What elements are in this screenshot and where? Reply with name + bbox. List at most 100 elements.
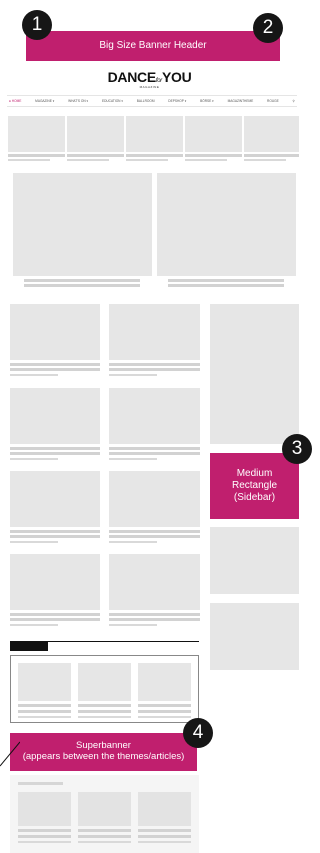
article-line — [109, 447, 200, 450]
feature-line — [168, 284, 284, 287]
article-line — [10, 618, 100, 621]
teaser-line — [8, 159, 50, 161]
teaser-line — [126, 154, 183, 157]
feature-line — [168, 279, 284, 282]
badge-2: 2 — [253, 13, 283, 43]
article-line — [10, 541, 58, 543]
nav-item-education[interactable]: EDUCATION ▾ — [102, 99, 123, 103]
sidebar-block[interactable] — [210, 304, 299, 444]
bottom-teaser-image[interactable] — [18, 792, 71, 826]
nav-item-magazine[interactable]: MAGAZINE ▾ — [35, 99, 54, 103]
article-image[interactable] — [109, 388, 200, 444]
medium-rectangle-line3: (Sidebar) — [233, 492, 276, 503]
article-line — [109, 624, 157, 626]
nav-item-ballroom[interactable]: BALLROOM — [137, 99, 155, 103]
box-teaser-line — [18, 704, 71, 707]
article-line — [109, 363, 200, 366]
medium-rectangle-ad[interactable]: Medium Rectangle (Sidebar) — [210, 453, 299, 519]
article-image[interactable] — [10, 471, 100, 527]
logo-subtitle: MAGAZINE — [139, 85, 160, 89]
teaser-line — [244, 154, 299, 157]
pointer-line — [0, 741, 20, 767]
teaser-line — [244, 159, 286, 161]
box-teaser-line — [18, 710, 71, 713]
article-line — [109, 458, 157, 460]
nav-item-depshop[interactable]: DEPSHOP ▾ — [168, 99, 186, 103]
bottom-teaser-line — [18, 841, 71, 843]
site-logo[interactable]: DANCEforYOU — [0, 69, 299, 85]
bottom-teaser-line — [138, 829, 191, 832]
bottom-teaser-line — [138, 841, 191, 843]
box-teaser-image[interactable] — [78, 663, 131, 701]
nav-item-home[interactable]: ● HOME — [9, 99, 21, 103]
feature-image[interactable] — [157, 173, 296, 276]
bottom-teaser-line — [78, 829, 131, 832]
teaser-image[interactable] — [185, 116, 242, 152]
teaser-image[interactable] — [67, 116, 124, 152]
nav-item-boerse[interactable]: BÖRSE ▾ — [200, 99, 214, 103]
article-line — [10, 535, 100, 538]
article-line — [10, 368, 100, 371]
box-teaser-line — [18, 716, 71, 718]
box-teaser-line — [78, 716, 131, 718]
superbanner-ad[interactable]: Superbanner (appears between the themes/… — [10, 733, 197, 771]
teaser-line — [126, 159, 168, 161]
bottom-teaser-line — [138, 835, 191, 838]
box-teaser-image[interactable] — [138, 663, 191, 701]
bottom-heading-line — [18, 782, 63, 785]
article-image[interactable] — [10, 304, 100, 360]
article-line — [109, 452, 200, 455]
article-line — [109, 535, 200, 538]
medium-rectangle-line1: Medium — [236, 468, 273, 479]
bottom-teaser-line — [78, 835, 131, 838]
box-teaser-line — [138, 716, 191, 718]
teaser-image[interactable] — [244, 116, 299, 152]
article-line — [109, 618, 200, 621]
search-icon[interactable]: ⚲ — [293, 99, 295, 103]
feature-image[interactable] — [13, 173, 152, 276]
header-banner[interactable]: Big Size Banner Header — [26, 31, 280, 61]
teaser-line — [8, 154, 65, 157]
article-line — [109, 374, 157, 376]
bottom-teaser-image[interactable] — [138, 792, 191, 826]
main-nav: ● HOME MAGAZINE ▾ WHAT'S ON ▾ EDUCATION … — [7, 95, 297, 107]
article-line — [10, 613, 100, 616]
teaser-image[interactable] — [126, 116, 183, 152]
nav-item-magazintheme[interactable]: MAGAZINTHEME — [228, 99, 254, 103]
teaser-image[interactable] — [8, 116, 65, 152]
article-image[interactable] — [109, 471, 200, 527]
article-image[interactable] — [10, 388, 100, 444]
medium-rectangle-line2: Rectangle — [231, 480, 278, 491]
article-line — [109, 530, 200, 533]
article-image[interactable] — [109, 554, 200, 610]
article-line — [10, 530, 100, 533]
article-line — [109, 541, 157, 543]
box-teaser-line — [138, 710, 191, 713]
nav-item-rouge[interactable]: ROUGE — [267, 99, 279, 103]
badge-1: 1 — [22, 10, 52, 40]
article-image[interactable] — [10, 554, 100, 610]
feature-line — [24, 284, 140, 287]
article-line — [109, 613, 200, 616]
teaser-line — [67, 154, 124, 157]
article-image[interactable] — [109, 304, 200, 360]
superbanner-line2: (appears between the themes/articles) — [22, 751, 185, 762]
bottom-teaser-line — [18, 829, 71, 832]
sidebar-block[interactable] — [210, 527, 299, 594]
box-teaser-line — [138, 704, 191, 707]
article-line — [10, 452, 100, 455]
logo-dance: DANCE — [107, 69, 157, 85]
sidebar-block[interactable] — [210, 603, 299, 670]
box-teaser-image[interactable] — [18, 663, 71, 701]
teaser-line — [185, 159, 227, 161]
box-teaser-line — [78, 704, 131, 707]
nav-item-whats-on[interactable]: WHAT'S ON ▾ — [68, 99, 88, 103]
logo-you: YOU — [161, 69, 192, 85]
article-line — [109, 368, 200, 371]
article-line — [10, 458, 58, 460]
bottom-teaser-image[interactable] — [78, 792, 131, 826]
feature-line — [24, 279, 140, 282]
article-line — [10, 363, 100, 366]
bottom-teaser-line — [18, 835, 71, 838]
box-teaser-line — [78, 710, 131, 713]
